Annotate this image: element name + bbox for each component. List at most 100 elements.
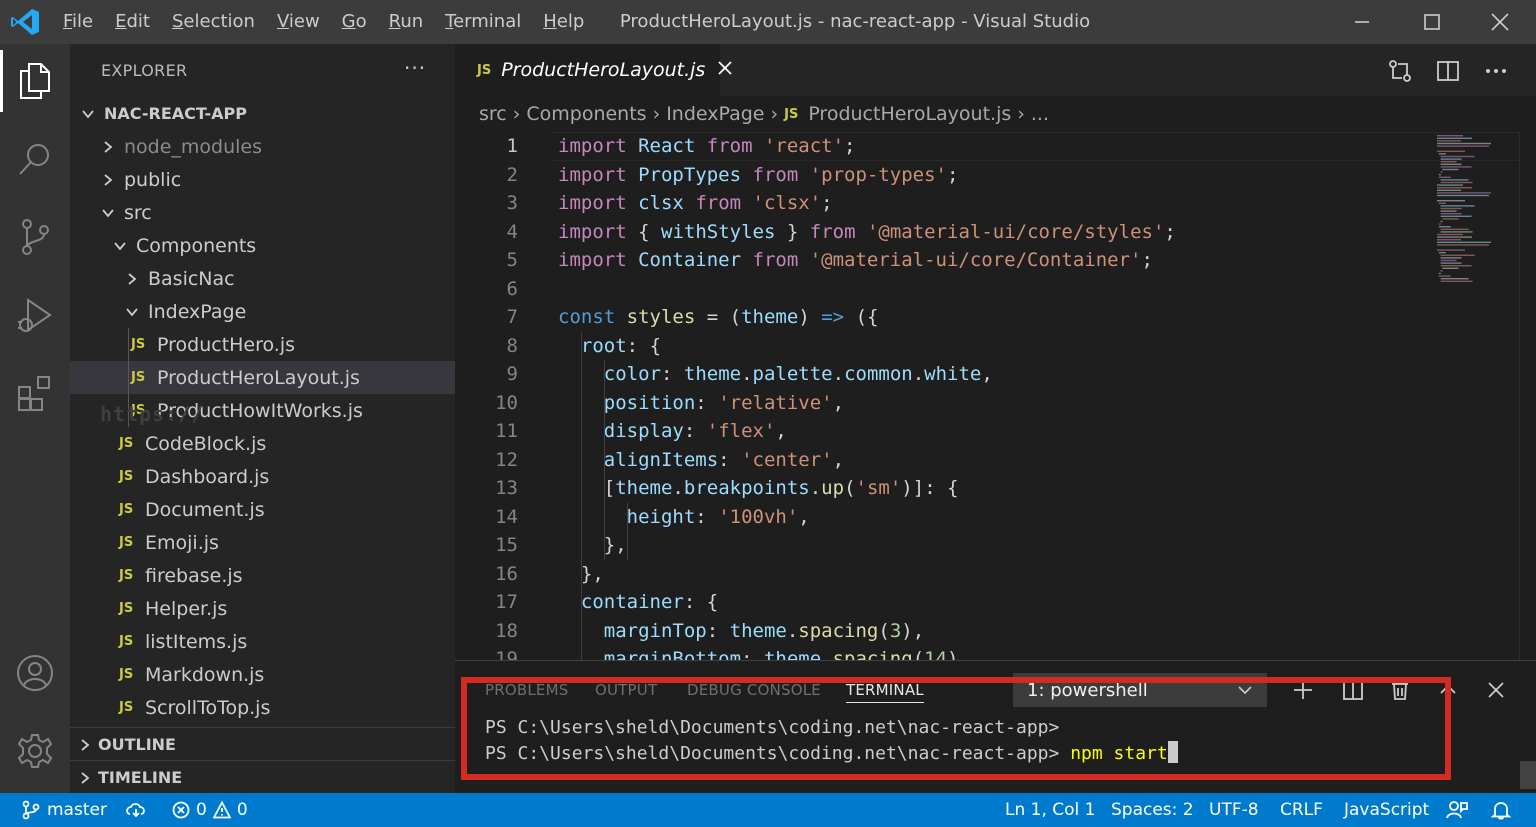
more-actions-button[interactable]: ··· [404, 56, 426, 80]
line-number: 10 [495, 391, 518, 414]
tree-item-label: Helper.js [145, 597, 228, 620]
bell-icon [1491, 802, 1511, 820]
code-line: 7 const styles = (theme) => ({ [455, 303, 1455, 331]
tree-item-label: node_modules [124, 135, 263, 158]
minimap-line [1438, 223, 1441, 225]
breadcrumb-symbols[interactable]: ... [1031, 103, 1049, 125]
js-file-icon: JS [119, 667, 134, 682]
file-item[interactable]: JS firebase.js [70, 559, 455, 592]
js-file-icon: JS [119, 700, 134, 715]
editor-more-button[interactable] [1483, 58, 1509, 84]
code-line: 14 height: '100vh', [455, 503, 1455, 531]
minimap-line [1437, 142, 1491, 145]
menu-go[interactable]: Go [331, 0, 378, 44]
close-panel-button[interactable] [1483, 677, 1509, 703]
minimap[interactable] [1435, 132, 1505, 282]
breadcrumb-src[interactable]: src [479, 103, 507, 125]
code-line: 12 alignItems: 'center', [455, 446, 1455, 474]
folder-item[interactable]: node_modules [70, 130, 455, 163]
warning-icon [212, 801, 231, 819]
menu-selection[interactable]: Selection [161, 0, 266, 44]
problems-indicator[interactable]: 0 0 [172, 793, 248, 827]
tab-productherolayout[interactable]: JS ProductHeroLayout.js [455, 44, 732, 96]
activity-source-control[interactable] [0, 202, 70, 272]
code-text: const styles = (theme) => ({ [558, 306, 879, 328]
bottom-panel: PROBLEMS OUTPUT DEBUG CONSOLE TERMINAL 1… [455, 660, 1536, 793]
minimap-line [1440, 257, 1462, 259]
chevron-right-icon [122, 269, 142, 289]
tab-close-button[interactable] [717, 60, 733, 80]
file-item[interactable]: JS Markdown.js [70, 658, 455, 691]
chevron-right-icon [78, 771, 92, 785]
minimap-line [1442, 267, 1459, 269]
minimap-line [1440, 213, 1462, 215]
menu-terminal[interactable]: Terminal [434, 0, 532, 44]
minimap-line [1437, 244, 1489, 246]
menu-file[interactable]: File [52, 0, 104, 44]
js-file-icon: JS [784, 106, 799, 122]
workspace-root[interactable]: NAC-REACT-APP [70, 97, 455, 130]
language-mode[interactable]: JavaScript [1344, 793, 1429, 827]
notifications-button[interactable] [1491, 793, 1511, 827]
folder-item[interactable]: src [70, 196, 455, 229]
activity-accounts[interactable] [0, 638, 70, 708]
maximize-button[interactable] [1398, 0, 1466, 44]
menu-edit[interactable]: Edit [104, 0, 161, 44]
code-text: [theme.breakpoints.up('sm')]: { [603, 477, 959, 499]
activity-search[interactable] [0, 124, 70, 194]
activity-run-debug[interactable] [0, 280, 70, 350]
chevron-down-icon [98, 203, 118, 223]
folder-item[interactable]: BasicNac [70, 262, 455, 295]
minimize-button[interactable] [1328, 0, 1396, 44]
terminal-scrollbar[interactable] [1520, 761, 1536, 789]
code-editor[interactable]: 1 import React from 'react'; 2 import PropT… [455, 132, 1536, 660]
highlight-annotation-box [461, 677, 1451, 780]
activity-manage[interactable] [0, 716, 70, 786]
folder-item[interactable]: public [70, 163, 455, 196]
git-branch-icon [22, 800, 40, 820]
file-item[interactable]: JS listItems.js [70, 625, 455, 658]
menu-run[interactable]: Run [378, 0, 435, 44]
timeline-section[interactable]: TIMELINE [70, 760, 455, 794]
minimap-line [1440, 265, 1472, 267]
split-editor-icon [1437, 61, 1459, 81]
breadcrumb-file[interactable]: ProductHeroLayout.js [808, 103, 1011, 125]
breadcrumb-components[interactable]: Components [526, 103, 646, 125]
file-item[interactable]: JS ScrollToTop.js [70, 691, 455, 724]
split-editor-button[interactable] [1435, 58, 1461, 84]
minimap-line [1440, 158, 1462, 160]
folder-item[interactable]: IndexPage [70, 295, 455, 328]
menu-help[interactable]: Help [532, 0, 595, 44]
open-changes-button[interactable] [1387, 58, 1413, 84]
line-ending[interactable]: CRLF [1280, 793, 1323, 827]
feedback-button[interactable] [1446, 793, 1468, 827]
chevron-right-icon: › [770, 103, 779, 125]
code-text: container: { [580, 591, 719, 613]
line-number: 12 [495, 448, 518, 471]
breadcrumb-indexpage[interactable]: IndexPage [666, 103, 764, 125]
sync-button[interactable] [125, 793, 147, 827]
file-item[interactable]: JS Helper.js [70, 592, 455, 625]
close-window-button[interactable] [1466, 0, 1534, 44]
vscode-logo-icon [11, 9, 39, 35]
menu-view[interactable]: View [266, 0, 331, 44]
file-item[interactable]: JS Document.js [70, 493, 455, 526]
encoding[interactable]: UTF-8 [1209, 793, 1259, 827]
minimap-line [1440, 207, 1462, 210]
branch-indicator[interactable]: master [22, 793, 107, 827]
folder-item[interactable]: Components [70, 229, 455, 262]
indentation[interactable]: Spaces: 2 [1111, 793, 1194, 827]
line-number: 9 [506, 363, 518, 385]
activity-explorer[interactable] [0, 46, 70, 116]
minimap-line [1440, 210, 1457, 212]
line-number: 6 [506, 277, 518, 300]
file-item[interactable]: JS Emoji.js [70, 526, 455, 559]
activity-extensions[interactable] [0, 358, 70, 428]
cursor-position[interactable]: Ln 1, Col 1 [1005, 793, 1096, 827]
line-number: 13 [495, 477, 518, 499]
file-item[interactable]: JS CodeBlock.js [70, 427, 455, 460]
outline-section[interactable]: OUTLINE [70, 727, 455, 761]
menu-bar: File Edit Selection View Go Run Terminal Help [52, 0, 595, 44]
file-item[interactable]: JS Dashboard.js [70, 460, 455, 493]
editor-scrollbar[interactable] [1519, 132, 1536, 660]
